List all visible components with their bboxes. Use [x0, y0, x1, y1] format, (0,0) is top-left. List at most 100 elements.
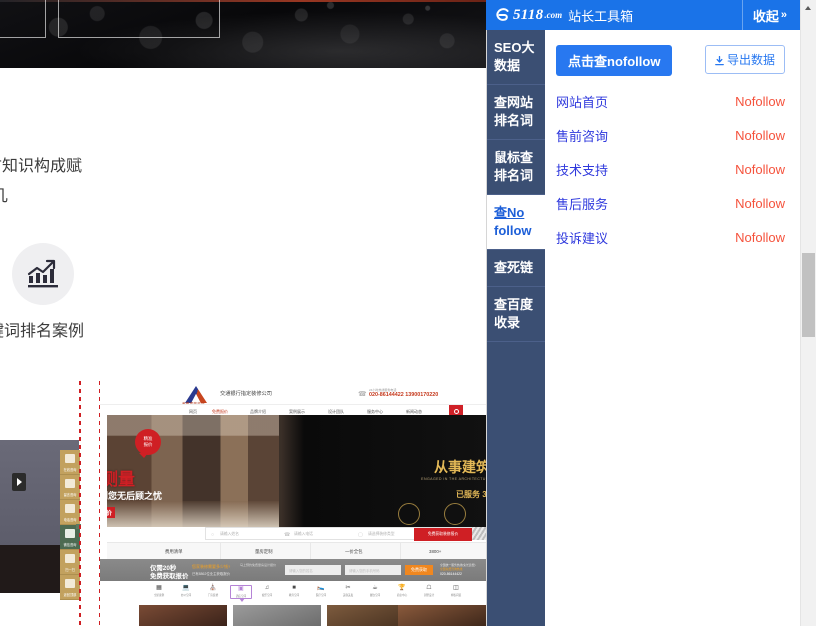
preview-category-trophy[interactable]: 🏆商业中心: [392, 585, 412, 597]
preview-case-card[interactable]: [398, 605, 486, 626]
consult-icon: [65, 454, 75, 463]
link-name[interactable]: 售后服务: [556, 194, 608, 213]
side-widget-consult[interactable]: 在线咨询: [60, 450, 80, 475]
table-row[interactable]: 售后服务 Nofollow: [545, 186, 801, 220]
panel-divider: [486, 30, 487, 626]
link-name[interactable]: 网站首页: [556, 92, 608, 111]
sidebar-item-label: SEO大: [494, 39, 539, 57]
sidebar-item-label-2: follow: [494, 222, 539, 240]
hero-outline-box-b: [58, 0, 220, 38]
preview-cta-submit-button[interactable]: 免费获取: [405, 565, 433, 575]
side-widget-qrcode[interactable]: 扫一扫: [60, 550, 80, 575]
preview-nav-item[interactable]: 新闻动态: [406, 409, 422, 415]
preview-seal-icon: [398, 503, 420, 525]
bar-chart-trending-up-icon: [12, 243, 74, 305]
hero-banner-image: [0, 0, 486, 68]
preview-quote-form[interactable]: ○ 请输入姓名 ☎ 请输入电话 ▢ 请选择装修类型 免费获取装修报价: [205, 527, 473, 540]
double-chevron-right-icon: »: [781, 9, 786, 21]
side-widget-label: 在线咨询: [60, 467, 80, 472]
preview-form-field[interactable]: 请输入电话: [294, 532, 313, 537]
message-icon: [65, 479, 75, 488]
side-widget-message[interactable]: 留言咨询: [60, 475, 80, 500]
link-name[interactable]: 售前咨询: [556, 126, 608, 145]
sidebar-item-baidu-index[interactable]: 查百度 收录: [486, 287, 545, 342]
preview-category-home[interactable]: ☖别墅设计: [419, 585, 439, 597]
sidebar-item-seo-data[interactable]: SEO大 数据: [486, 30, 545, 85]
sidebar-item-label-2: 排名词: [494, 167, 539, 185]
vertical-scrollbar[interactable]: [800, 0, 816, 626]
grid-icon: ▦: [149, 585, 169, 592]
side-widget-label: 返回顶部: [60, 592, 80, 597]
preview-hero-white-text: 到您无后顾之忧: [107, 489, 162, 502]
sidebar-item-check-dead-links[interactable]: 查死链: [486, 250, 545, 287]
preview-form-submit-button[interactable]: 免费获取装修报价: [414, 528, 472, 541]
preview-form-field[interactable]: 请选择装修类型: [368, 532, 395, 537]
preview-category-label: 样板间装: [446, 593, 466, 597]
preview-cta-bar: 仅需20秒 免费获取报价 您家装修需要多少钱? 已有8862位业主获取报价 马上…: [100, 559, 486, 581]
preview-logo-icon: [185, 386, 207, 403]
preview-category-music[interactable]: ♫娱乐空间: [257, 585, 277, 597]
preview-category-label: 商业中心: [392, 593, 412, 597]
link-name[interactable]: 投诉建议: [556, 228, 608, 247]
preview-category-label: 厂房装修: [203, 593, 223, 597]
preview-category-grid[interactable]: ▦全屋案例: [149, 585, 169, 597]
floating-side-widget: 在线咨询 留言咨询 电话咨询 微信咨询 扫一扫 返回顶部: [60, 450, 80, 600]
book-icon: ■: [284, 585, 304, 592]
collapse-label: 收起: [753, 6, 779, 25]
collapse-button[interactable]: 收起 »: [742, 0, 796, 30]
preview-hero-red-text: 测量: [107, 465, 135, 490]
preview-stat-label: 一价全包: [345, 549, 363, 555]
table-row[interactable]: 技术支持 Nofollow: [545, 152, 801, 186]
preview-category-label: 教育空间: [284, 593, 304, 597]
sidebar-item-site-rank-words[interactable]: 查网站 排名词: [486, 85, 545, 140]
sidebar-item-check-nofollow[interactable]: 查No follow: [486, 195, 545, 250]
preview-nav-item[interactable]: 设计团队: [328, 409, 344, 415]
export-data-button[interactable]: 导出数据: [705, 45, 785, 74]
side-widget-label: 电话咨询: [60, 517, 80, 522]
preview-form-field[interactable]: 请输入姓名: [220, 532, 239, 537]
side-widget-label: 扫一扫: [60, 567, 80, 572]
preview-phone-number: 020-86144422 13900170220: [369, 392, 438, 398]
preview-category-label: 娱乐空间: [257, 593, 277, 597]
table-row[interactable]: 售前咨询 Nofollow: [545, 118, 801, 152]
preview-case-card[interactable]: [233, 605, 321, 626]
preview-category-icon-row: ▦全屋案例 💻办公空间 ⛪厂房装修 ▣酒店空间 ♫娱乐空间 ■教育空间 🛌医疗空…: [100, 581, 486, 603]
layout-icon: ◫: [446, 585, 466, 592]
preview-nav-item[interactable]: 服务中心: [367, 409, 383, 415]
preview-nav-item[interactable]: 品牌介绍: [250, 409, 266, 415]
check-nofollow-button[interactable]: 点击查nofollow: [556, 45, 672, 76]
preview-category-coffee[interactable]: ☕餐饮空间: [365, 585, 385, 597]
preview-nav-item[interactable]: 案例展示: [289, 409, 305, 415]
preview-category-monitor[interactable]: 💻办公空间: [176, 585, 196, 597]
panel-header: 5118 .com 站长工具箱 收起 »: [486, 0, 816, 30]
preview-category-book[interactable]: ■教育空间: [284, 585, 304, 597]
preview-category-building[interactable]: ⛪厂房装修: [203, 585, 223, 597]
trophy-icon: 🏆: [392, 585, 412, 592]
preview-seal-icon: [444, 503, 466, 525]
preview-nav-item[interactable]: 网页: [189, 409, 197, 415]
preview-nav-item-hot[interactable]: 免费报价: [212, 409, 228, 415]
table-row[interactable]: 网站首页 Nofollow: [545, 84, 801, 118]
chevron-up-icon[interactable]: [801, 0, 816, 16]
sidebar-item-mouse-rank-words[interactable]: 鼠标查 排名词: [486, 140, 545, 195]
preview-category-layout[interactable]: ◫样板间装: [446, 585, 466, 597]
side-widget-phone[interactable]: 电话咨询: [60, 500, 80, 525]
preview-category-bed[interactable]: 🛌医疗空间: [311, 585, 331, 597]
preview-dotted-border-outer: [79, 381, 81, 626]
play-button-icon[interactable]: [12, 473, 26, 491]
preview-stat-label: 3800+: [429, 549, 441, 554]
side-widget-wechat[interactable]: 微信咨询: [60, 525, 80, 550]
preview-case-card[interactable]: [139, 605, 227, 626]
export-data-label: 导出数据: [727, 51, 775, 68]
scissors-icon: ✂: [338, 585, 358, 592]
link-name[interactable]: 技术支持: [556, 160, 608, 179]
scrollbar-thumb[interactable]: [802, 253, 815, 337]
preview-category-label: 餐饮空间: [365, 593, 385, 597]
coffee-icon: ☕: [365, 585, 385, 592]
table-row[interactable]: 投诉建议 Nofollow: [545, 220, 801, 254]
side-widget-top[interactable]: 返回顶部: [60, 575, 80, 600]
preview-category-scissors[interactable]: ✂美容美发: [338, 585, 358, 597]
site-preview-thumbnail[interactable]: 美鹰建筑装饰 交通银行指定装修公司 ☎ 24小时热线服务电话 020-86144…: [100, 381, 486, 626]
preview-category-label: 医疗空间: [311, 593, 331, 597]
preview-category-door-selected[interactable]: ▣酒店空间: [230, 585, 252, 599]
